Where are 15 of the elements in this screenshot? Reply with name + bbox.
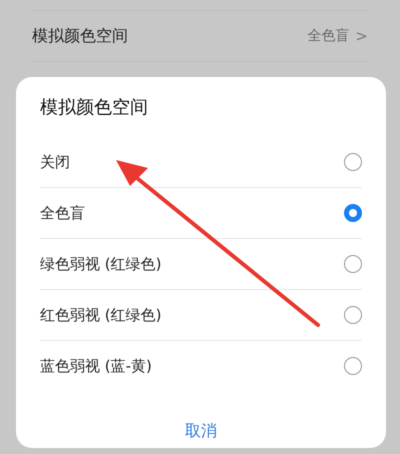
radio-option[interactable]: 蓝色弱视 (蓝-黄): [40, 340, 362, 391]
radio-button[interactable]: [344, 357, 362, 375]
setting-label: 模拟颜色空间: [32, 26, 129, 46]
radio-button[interactable]: [344, 204, 362, 222]
chevron-icon: >: [355, 27, 368, 45]
setting-value: 全色盲: [307, 27, 350, 45]
cancel-button[interactable]: 取消: [165, 415, 237, 448]
radio-option[interactable]: 全色盲: [40, 187, 362, 238]
dialog-title: 模拟颜色空间: [40, 96, 149, 120]
radio-option[interactable]: 绿色弱视 (红绿色): [40, 238, 362, 289]
radio-button[interactable]: [344, 255, 362, 273]
radio-button[interactable]: [344, 306, 362, 324]
radio-option[interactable]: 关闭: [40, 137, 362, 187]
radio-option[interactable]: 红色弱视 (红绿色): [40, 289, 362, 340]
radio-button[interactable]: [344, 153, 362, 171]
